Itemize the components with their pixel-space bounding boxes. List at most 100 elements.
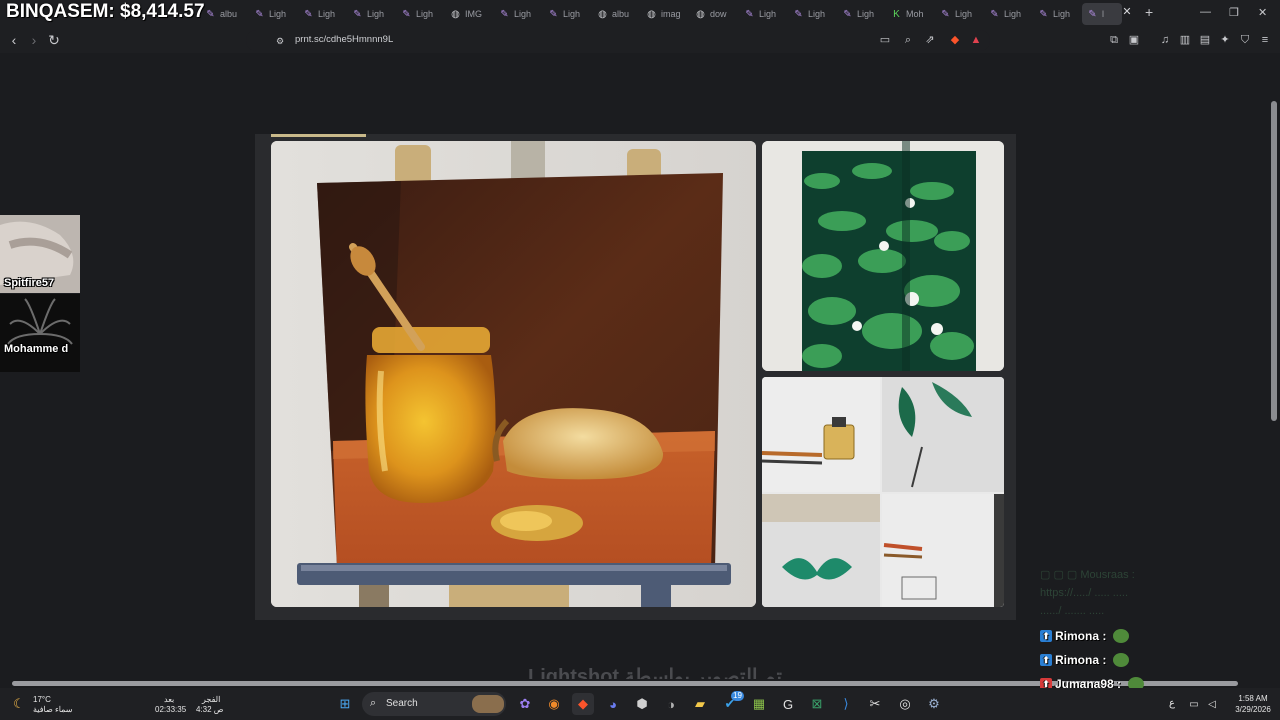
search-icon: ⌕ [370, 697, 377, 709]
minimize-icon[interactable]: — [1200, 6, 1211, 18]
prayer-label-2: الفجر [202, 695, 221, 704]
tab-label: Ligh [759, 9, 777, 19]
globe-icon: ◍ [598, 8, 607, 20]
address-text[interactable]: prnt.sc/cdhe5Hmnnn9L [295, 34, 393, 45]
tab-label: Ligh [1004, 9, 1022, 19]
menu-icon[interactable]: ≡ [1258, 33, 1272, 47]
file-explorer-icon[interactable]: ▰ [689, 693, 711, 715]
tab-label: Ligh [857, 9, 875, 19]
browser-tab[interactable]: ✎ Ligh [249, 3, 296, 25]
restore-icon[interactable]: ❐ [1229, 6, 1239, 19]
wallet-icon[interactable]: ▣ [1127, 33, 1141, 47]
discord-icon[interactable]: ◕ [602, 693, 624, 715]
browser-tab[interactable]: ◍ albu [592, 3, 639, 25]
extensions-icon[interactable]: ⧉ [1107, 33, 1121, 47]
game-icon[interactable]: ▦ [748, 693, 770, 715]
cam-name-1: Spitfire57 [4, 277, 55, 289]
browser-tab[interactable]: ✎ Ligh [739, 3, 786, 25]
close-window-icon[interactable]: ✕ [1258, 6, 1267, 19]
notification-badge: 19 [731, 691, 744, 701]
pen-icon: ✎ [990, 8, 999, 20]
clock-time[interactable]: 1:58 AM [1228, 694, 1278, 704]
browser-tab[interactable]: ✎ Ligh [396, 3, 443, 25]
network-icon[interactable]: ▭ [1187, 693, 1201, 715]
browser-tab[interactable]: ✎ Ligh [494, 3, 541, 25]
close-tab-icon[interactable]: ✕ [1121, 6, 1133, 18]
app-icon[interactable]: ◑ [660, 693, 682, 715]
reader-icon[interactable]: ▭ [878, 33, 892, 47]
brave-shields-icon[interactable]: ◆ [948, 33, 962, 47]
browser-tab[interactable]: ✎ Ligh [1033, 3, 1080, 25]
capcut-icon[interactable]: ✂ [864, 693, 886, 715]
browser-tab[interactable]: ✎ l [1082, 3, 1122, 25]
zoom-icon[interactable]: ⌕ [901, 33, 915, 47]
tab-label: Ligh [318, 9, 336, 19]
leo-icon[interactable]: ✦ [1218, 33, 1232, 47]
github-icon[interactable]: G [777, 693, 799, 715]
tab-label: Ligh [808, 9, 826, 19]
browser-tab[interactable]: ◍ imag [641, 3, 688, 25]
k-icon: K [893, 8, 900, 20]
browser-tab[interactable]: K Moh [886, 3, 933, 25]
vpn-icon[interactable]: ⛉ [1238, 33, 1252, 47]
prayer-label-1: بعد [164, 695, 175, 704]
volume-icon[interactable]: ◁ [1205, 693, 1219, 715]
browser-tab[interactable]: ✎ Ligh [935, 3, 982, 25]
sidebar-icon[interactable]: ▥ [1178, 33, 1192, 47]
chat-faded-line: https://...../ ..... ..... [1040, 587, 1129, 599]
vscode-icon[interactable]: ⟩ [835, 693, 857, 715]
obs-icon[interactable]: ⬢ [631, 693, 653, 715]
chat-message: ⬆ Rimona : [1040, 650, 1130, 670]
search-highlight-image [472, 695, 504, 713]
forward-icon[interactable]: › [26, 32, 42, 48]
share-icon[interactable]: ⇗ [923, 33, 937, 47]
webcam-feed-1: Spitfire57 [0, 215, 80, 293]
pen-icon: ✎ [353, 8, 362, 20]
tab-label: imag [661, 9, 681, 19]
pen-icon: ✎ [402, 8, 411, 20]
pen-icon: ✎ [500, 8, 509, 20]
new-tab-button[interactable]: + [1145, 5, 1153, 19]
firefox-icon[interactable]: ◉ [543, 693, 565, 715]
copilot-icon[interactable]: ✿ [514, 693, 536, 715]
tab-list: ✎ albu ✎ Ligh ✎ Ligh ✎ Ligh ✎ Ligh ◍ IMG ✎ Ligh ✎ Ligh ◍… [200, 3, 1122, 25]
reload-icon[interactable]: ↻ [46, 32, 62, 48]
wallet2-icon[interactable]: ▤ [1198, 33, 1212, 47]
clock-date[interactable]: 3/29/2026 [1228, 705, 1278, 715]
prayer-time-1: 02:33:35 [155, 705, 187, 714]
weather-moon-icon[interactable]: ☾ [8, 693, 30, 715]
tab-label: IMG [465, 9, 482, 19]
globe-icon: ◍ [647, 8, 656, 20]
honey-painting-image [271, 141, 756, 607]
site-settings-icon[interactable]: ⚙ [273, 34, 287, 48]
taskbar-search-input[interactable]: ⌕ Search [362, 692, 506, 716]
windows-taskbar: ☾ 17°C سماء صافية بعد 02:33:35 الفجر 4:3… [0, 688, 1280, 720]
steam-icon[interactable]: ⚙ [923, 693, 945, 715]
tab-label: Ligh [563, 9, 581, 19]
pen-icon: ✎ [1088, 8, 1097, 20]
tab-label: Moh [906, 9, 924, 19]
browser-tab[interactable]: ✎ Ligh [298, 3, 345, 25]
globe-icon: ◍ [451, 8, 460, 20]
chat-username: Rimona : [1055, 629, 1107, 643]
start-windows-icon[interactable]: ⊞ [334, 693, 356, 715]
browser-tab[interactable]: ✎ Ligh [543, 3, 590, 25]
pen-icon: ✎ [745, 8, 754, 20]
tab-label: Ligh [367, 9, 385, 19]
media-icon[interactable]: ♫ [1158, 33, 1172, 47]
browser-tab[interactable]: ✎ albu [200, 3, 247, 25]
excel-icon[interactable]: ⊠ [806, 693, 828, 715]
chrome-icon[interactable]: ◎ [894, 693, 916, 715]
browser-tab[interactable]: ◍ IMG [445, 3, 492, 25]
rewards-icon[interactable]: ▲ [969, 33, 983, 47]
tab-label: Ligh [416, 9, 434, 19]
browser-tab[interactable]: ✎ Ligh [347, 3, 394, 25]
brave-icon[interactable]: ◆ [572, 693, 594, 715]
browser-tab[interactable]: ✎ Ligh [984, 3, 1031, 25]
back-icon[interactable]: ‹ [6, 32, 22, 48]
browser-tab[interactable]: ✎ Ligh [837, 3, 884, 25]
browser-tab[interactable]: ◍ dow [690, 3, 737, 25]
browser-tab[interactable]: ✎ Ligh [788, 3, 835, 25]
chat-faded-line: ▢ ▢ ▢ Mousraas : [1040, 569, 1135, 581]
language-indicator[interactable]: ع [1169, 699, 1175, 709]
